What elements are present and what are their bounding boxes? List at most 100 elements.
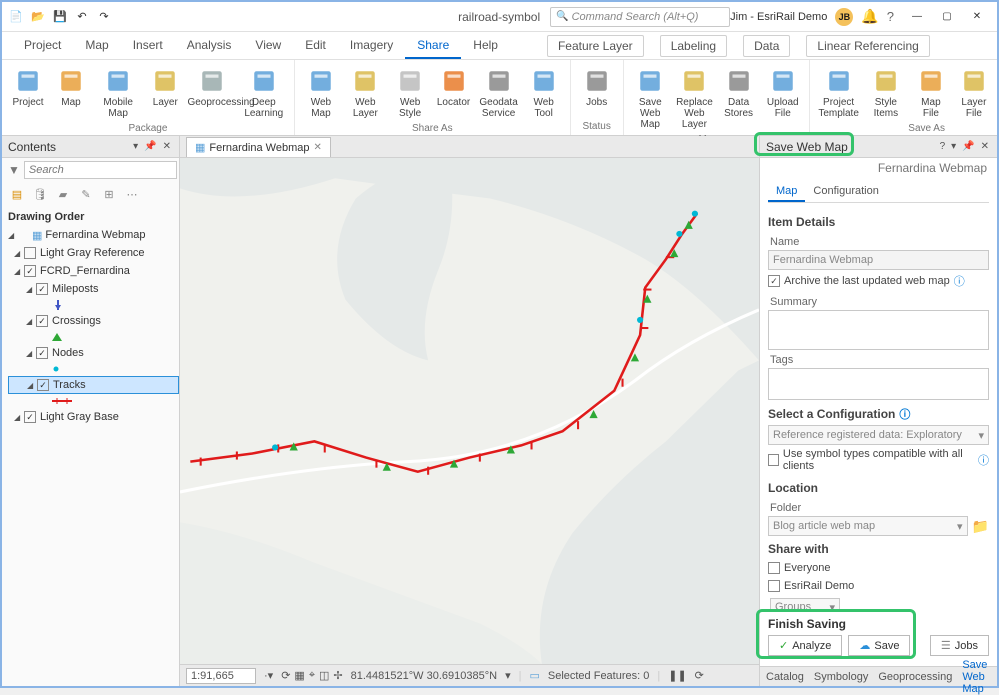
ribbon-web-style-button[interactable]: Web Style xyxy=(390,65,431,121)
ribbon-map-file-button[interactable]: Map File xyxy=(911,65,951,121)
selected-features-icon[interactable]: ▭ xyxy=(529,669,539,682)
ribbon-geoprocessing-button[interactable]: Geoprocessing xyxy=(188,65,236,110)
list-by-drawing-order-icon[interactable]: ▤ xyxy=(8,185,26,203)
bell-icon[interactable]: 🔔 xyxy=(861,8,878,25)
ribbon-mobile-map-button[interactable]: Mobile Map xyxy=(94,65,142,121)
ribbon-map-button[interactable]: Map xyxy=(51,65,91,110)
groups-select[interactable]: Groups ▾ xyxy=(770,598,840,611)
toc-item-fernardina-webmap[interactable]: ◢▦Fernardina Webmap xyxy=(8,226,179,244)
toc-item-light-gray-base[interactable]: ◢Light Gray Base xyxy=(8,408,179,426)
ribbon-jobs-button[interactable]: Jobs xyxy=(577,65,617,110)
visibility-checkbox[interactable] xyxy=(24,247,36,259)
context-tab-feature-layer[interactable]: Feature Layer xyxy=(547,35,644,57)
menu-tab-view[interactable]: View xyxy=(243,33,293,59)
ribbon-web-tool-button[interactable]: Web Tool xyxy=(524,65,564,121)
help-panel-icon[interactable]: ? xyxy=(938,141,948,152)
toc-item-crossings[interactable]: ◢Crossings xyxy=(8,312,179,330)
context-tab-linear-referencing[interactable]: Linear Referencing xyxy=(806,35,929,57)
ribbon-deep-learning-button[interactable]: Deep Learning xyxy=(240,65,288,121)
visibility-checkbox[interactable] xyxy=(36,283,48,295)
list-by-editing-icon[interactable]: ✎ xyxy=(77,185,95,203)
context-tab-labeling[interactable]: Labeling xyxy=(660,35,727,57)
dropdown-panel-icon[interactable]: ▾ xyxy=(949,141,958,152)
visibility-checkbox[interactable] xyxy=(24,411,36,423)
browse-folder-icon[interactable]: 📁 xyxy=(972,518,989,535)
menu-tab-insert[interactable]: Insert xyxy=(121,33,175,59)
scale-input[interactable]: 1:91,665 xyxy=(186,668,256,684)
close-rpanel-icon[interactable]: ✕ xyxy=(979,141,991,152)
expand-icon[interactable]: ◢ xyxy=(26,285,36,294)
jobs-button[interactable]: ☰Jobs xyxy=(930,635,989,656)
maximize-button[interactable]: ▢ xyxy=(932,3,962,31)
menu-tab-map[interactable]: Map xyxy=(73,33,120,59)
corrections-icon[interactable]: ✢ xyxy=(333,669,342,682)
ribbon-layer-file-button[interactable]: Layer File xyxy=(954,65,994,121)
visibility-checkbox[interactable] xyxy=(24,265,36,277)
visibility-checkbox[interactable] xyxy=(37,379,49,391)
ribbon-web-layer-button[interactable]: Web Layer xyxy=(344,65,387,121)
expand-icon[interactable]: ◢ xyxy=(8,231,18,240)
tab-configuration[interactable]: Configuration xyxy=(805,182,886,202)
toc-item-light-gray-reference[interactable]: ◢Light Gray Reference xyxy=(8,244,179,262)
ribbon-upload-file-button[interactable]: Upload File xyxy=(762,65,803,121)
pin-icon[interactable]: 📌 xyxy=(142,141,158,152)
archive-checkbox[interactable] xyxy=(768,275,780,287)
list-by-selection-icon[interactable]: ▰ xyxy=(54,185,72,203)
expand-icon[interactable]: ◢ xyxy=(27,381,37,390)
contents-search-input[interactable] xyxy=(24,161,177,179)
menu-tab-edit[interactable]: Edit xyxy=(293,33,338,59)
refresh-icon[interactable]: ⟳ xyxy=(695,669,704,682)
ribbon-save-web-map-button[interactable]: Save Web Map xyxy=(630,65,671,132)
help-icon[interactable]: ? xyxy=(887,9,894,24)
coord-dropdown-icon[interactable]: ▾ xyxy=(505,669,511,682)
tab-map[interactable]: Map xyxy=(768,182,805,202)
save-icon[interactable]: 💾 xyxy=(51,8,69,26)
ribbon-layer-button[interactable]: Layer xyxy=(145,65,185,110)
toc-item-tracks[interactable]: ◢Tracks xyxy=(8,376,179,394)
expand-icon[interactable]: ◢ xyxy=(14,249,24,258)
close-tab-icon[interactable]: ✕ xyxy=(313,142,321,153)
scale-dropdown-icon[interactable]: ·▾ xyxy=(264,669,273,682)
open-project-icon[interactable]: 📂 xyxy=(29,8,47,26)
undo-icon[interactable]: ↶ xyxy=(73,8,91,26)
grid-icon[interactable]: ▦ xyxy=(294,669,304,682)
list-by-source-icon[interactable]: 🛢 xyxy=(31,185,49,203)
menu-tab-share[interactable]: Share xyxy=(405,33,461,59)
new-project-icon[interactable]: 📄 xyxy=(7,8,25,26)
expand-icon[interactable]: ◢ xyxy=(26,349,36,358)
menu-tab-imagery[interactable]: Imagery xyxy=(338,33,405,59)
ribbon-web-map-button[interactable]: Web Map xyxy=(301,65,341,121)
share-everyone-checkbox[interactable] xyxy=(768,562,780,574)
more-icon[interactable]: ⋯ xyxy=(123,185,141,203)
compat-info-icon[interactable]: ⓘ xyxy=(978,452,989,468)
toc-item-nodes[interactable]: ◢Nodes xyxy=(8,344,179,362)
compat-checkbox[interactable] xyxy=(768,454,779,466)
command-search[interactable]: Command Search (Alt+Q) xyxy=(550,7,730,27)
tags-field[interactable] xyxy=(768,368,989,400)
map-canvas[interactable] xyxy=(180,158,759,664)
bottom-tab-geoprocessing[interactable]: Geoprocessing xyxy=(878,671,952,683)
folder-select[interactable]: Blog article web map ▾ xyxy=(768,516,968,536)
config-select[interactable]: Reference registered data: Exploratory ▾ xyxy=(768,425,989,445)
expand-icon[interactable]: ◢ xyxy=(26,317,36,326)
share-org-checkbox[interactable] xyxy=(768,580,780,592)
pause-drawing-icon[interactable]: ❚❚ xyxy=(668,669,686,682)
filter-icon[interactable]: ▼ xyxy=(8,163,20,177)
minimize-button[interactable]: — xyxy=(902,3,932,31)
ribbon-style-items-button[interactable]: Style Items xyxy=(864,65,908,121)
visibility-checkbox[interactable] xyxy=(36,347,48,359)
bottom-tab-symbology[interactable]: Symbology xyxy=(814,671,868,683)
ribbon-replace-web-layer-button[interactable]: Replace Web Layer xyxy=(674,65,715,132)
menu-tab-project[interactable]: Project xyxy=(12,33,73,59)
menu-tab-analysis[interactable]: Analysis xyxy=(175,33,244,59)
snapping-icon[interactable]: ⌖ xyxy=(309,669,315,682)
list-by-snapping-icon[interactable]: ⊞ xyxy=(100,185,118,203)
pin-panel-icon[interactable]: 📌 xyxy=(960,141,976,152)
config-info-icon[interactable]: ⓘ xyxy=(899,406,910,422)
summary-field[interactable] xyxy=(768,310,989,350)
ribbon-data-stores-button[interactable]: Data Stores xyxy=(718,65,759,121)
visibility-checkbox[interactable] xyxy=(36,315,48,327)
bottom-tab-catalog[interactable]: Catalog xyxy=(766,671,804,683)
close-button[interactable]: ✕ xyxy=(962,3,992,31)
toc-item-mileposts[interactable]: ◢Mileposts xyxy=(8,280,179,298)
